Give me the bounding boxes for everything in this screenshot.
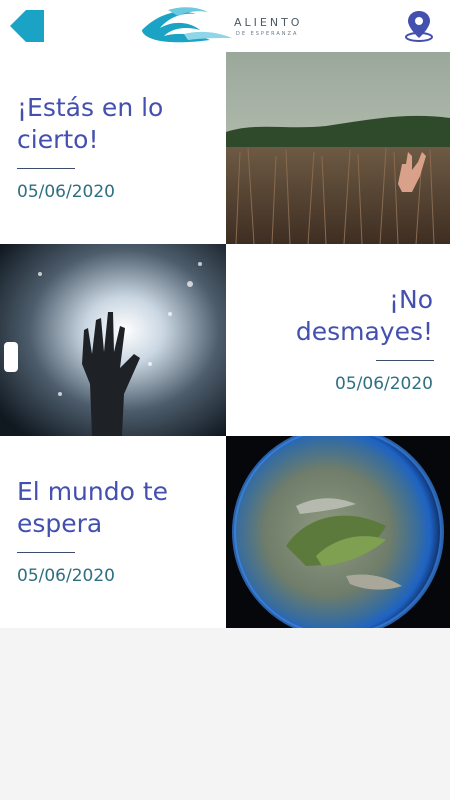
posts-grid: ¡Estás en lo cierto! 05/06/2020 ¡No desm…	[0, 52, 450, 628]
post-title-line: espera	[17, 509, 103, 538]
post-title-line: El mundo te	[17, 477, 169, 506]
title-divider	[376, 360, 434, 361]
post-text-panel[interactable]: ¡Estás en lo cierto! 05/06/2020	[0, 52, 226, 244]
title-divider	[17, 168, 75, 169]
app-header: ALIENTO DE ESPERANZA	[0, 0, 450, 52]
post-date: 05/06/2020	[335, 374, 433, 394]
post-card-3[interactable]: El mundo te espera 05/06/2020	[0, 436, 450, 628]
hand-in-field-photo[interactable]	[226, 52, 450, 244]
app-logo: ALIENTO DE ESPERANZA	[138, 4, 314, 48]
back-arrow-icon[interactable]	[10, 8, 44, 44]
wave-logo-icon	[142, 7, 232, 43]
post-date: 05/06/2020	[17, 566, 115, 586]
post-title[interactable]: ¡No desmayes!	[296, 284, 433, 348]
post-title-line: desmayes!	[295, 317, 433, 346]
map-pin-icon[interactable]	[404, 10, 434, 42]
earth-globe-photo[interactable]	[226, 436, 450, 628]
post-title-line: ¡No	[388, 285, 433, 314]
logo-subtitle: DE ESPERANZA	[236, 31, 299, 37]
post-card-2[interactable]: ¡No desmayes! 05/06/2020	[0, 244, 450, 436]
post-text-panel[interactable]: ¡No desmayes! 05/06/2020	[226, 244, 450, 436]
hand-against-light-photo[interactable]	[0, 244, 226, 436]
post-date: 05/06/2020	[17, 182, 115, 202]
post-title-line: cierto!	[17, 125, 99, 154]
post-title[interactable]: ¡Estás en lo cierto!	[17, 92, 163, 156]
post-title-line: ¡Estás en lo	[17, 93, 164, 122]
post-card-1[interactable]: ¡Estás en lo cierto! 05/06/2020	[0, 52, 450, 244]
post-title[interactable]: El mundo te espera	[17, 476, 168, 540]
title-divider	[17, 552, 75, 553]
logo-title: ALIENTO	[234, 16, 303, 29]
post-text-panel[interactable]: El mundo te espera 05/06/2020	[0, 436, 226, 628]
